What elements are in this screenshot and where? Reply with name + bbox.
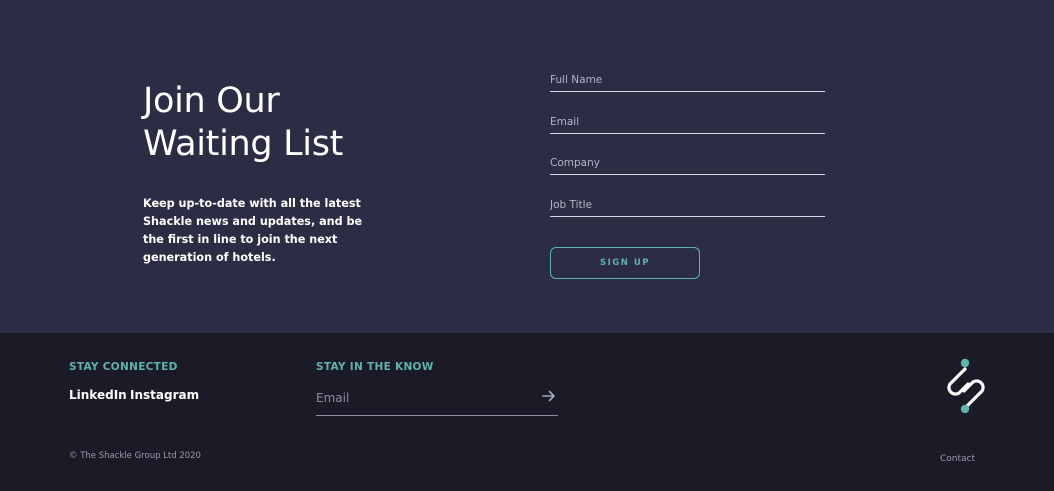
contact-link[interactable]: Contact <box>940 454 975 464</box>
signup-section: Join Our Waiting List Keep up-to-date wi… <box>0 0 1054 333</box>
newsletter-email-input[interactable] <box>316 387 526 409</box>
company-field <box>550 151 825 175</box>
full-name-input[interactable] <box>550 69 825 91</box>
sign-up-button[interactable]: SIGN UP <box>550 247 700 279</box>
job-title-input[interactable] <box>550 194 825 216</box>
shackle-logo-icon <box>947 358 985 414</box>
full-name-field <box>550 68 825 92</box>
instagram-link[interactable]: Instagram <box>130 388 199 402</box>
email-field <box>550 110 825 134</box>
stay-in-the-know-label: STAY IN THE KNOW <box>316 361 434 373</box>
heading-line-2: Waiting List <box>143 124 344 164</box>
job-title-field <box>550 193 825 217</box>
arrow-right-icon <box>542 390 555 401</box>
newsletter-submit-button[interactable] <box>540 388 558 406</box>
heading-line-1: Join Our <box>143 81 280 121</box>
linkedin-link[interactable]: LinkedIn <box>69 388 127 402</box>
email-input[interactable] <box>550 111 825 133</box>
stay-connected-label: STAY CONNECTED <box>69 361 178 373</box>
newsletter-form <box>316 383 558 416</box>
company-input[interactable] <box>550 152 825 174</box>
page-title: Join Our Waiting List <box>143 80 503 166</box>
copyright-text: © The Shackle Group Ltd 2020 <box>69 451 201 461</box>
signup-description: Keep up-to-date with all the latest Shac… <box>143 197 363 264</box>
